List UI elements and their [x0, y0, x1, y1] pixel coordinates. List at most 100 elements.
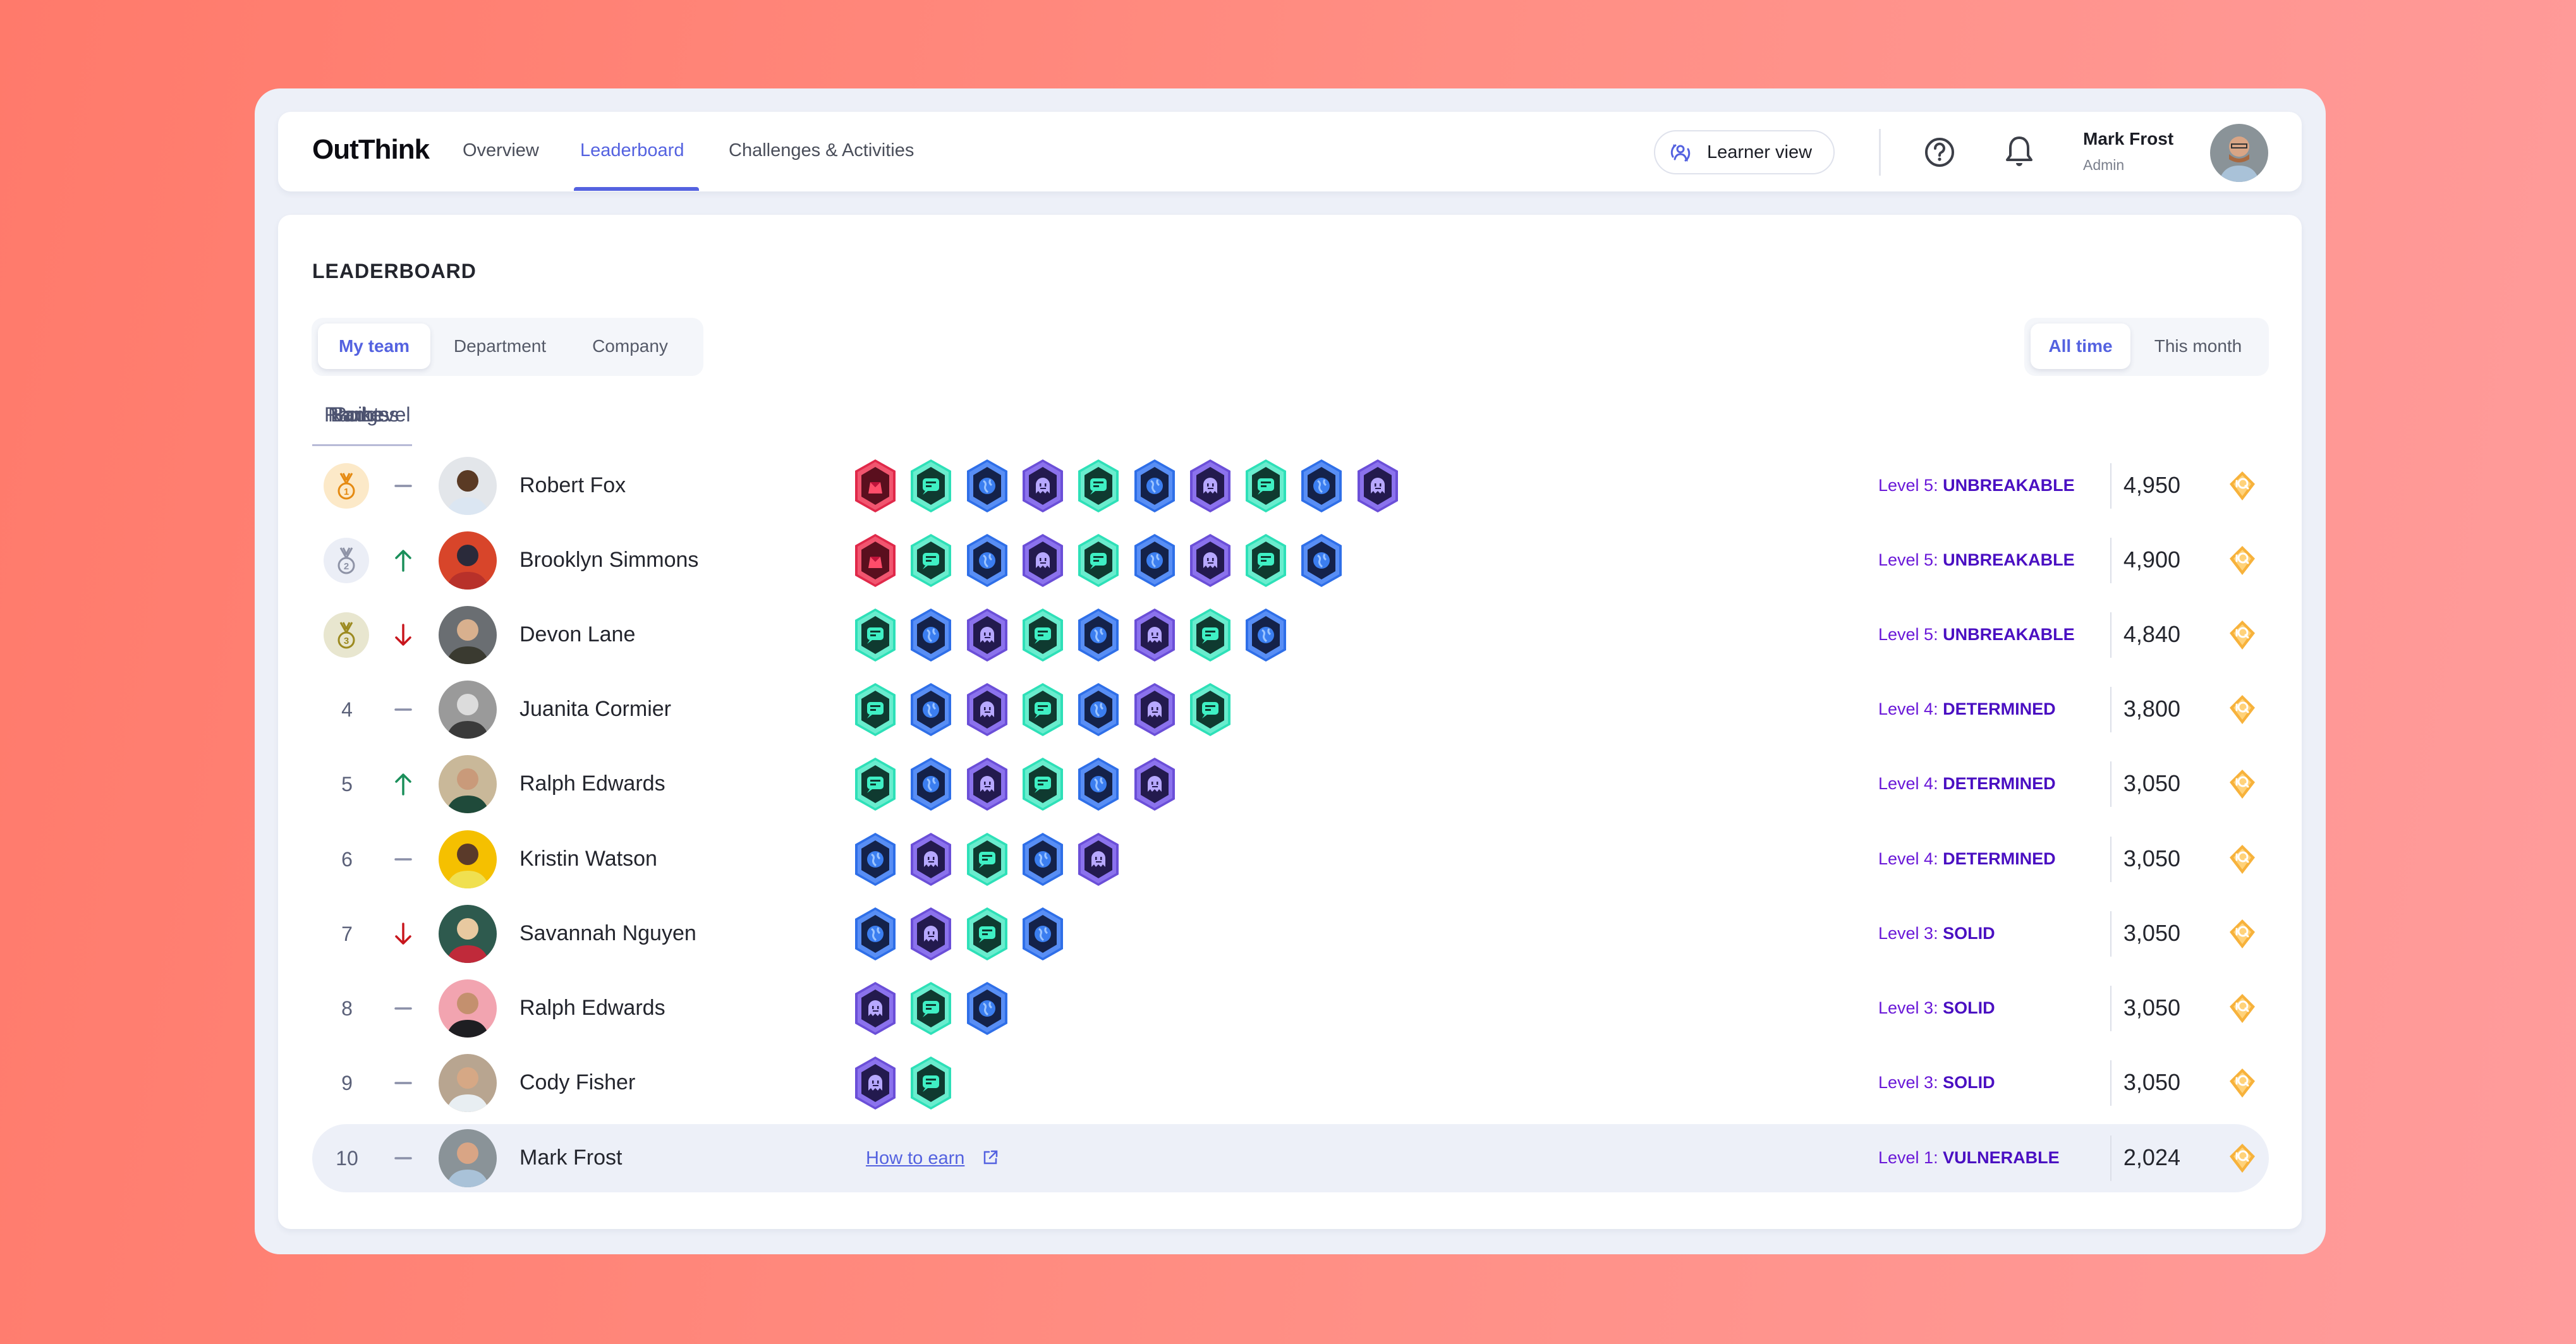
tab-all-time[interactable]: All time: [2031, 324, 2130, 369]
globe-badge-icon[interactable]: [852, 906, 899, 962]
ghost-badge-icon[interactable]: [1187, 458, 1234, 514]
ghost-badge-icon[interactable]: [1131, 682, 1178, 737]
globe-badge-icon[interactable]: [964, 981, 1011, 1036]
globe-badge-icon[interactable]: [964, 533, 1011, 588]
ghost-badge-icon[interactable]: [1354, 458, 1401, 514]
globe-badge-icon[interactable]: [1298, 533, 1345, 588]
tab-my-team[interactable]: My team: [318, 324, 430, 369]
ghost-badge-icon[interactable]: [1019, 458, 1066, 514]
nav-tab-challenges-activities[interactable]: Challenges & Activities: [729, 140, 914, 161]
avatar[interactable]: [439, 1129, 497, 1187]
avatar[interactable]: [439, 905, 497, 963]
ghost-badge-icon[interactable]: [964, 682, 1011, 737]
chat-badge-icon[interactable]: [1019, 607, 1066, 663]
avatar[interactable]: [439, 531, 497, 590]
user-name[interactable]: Savannah Nguyen: [519, 921, 696, 946]
globe-badge-icon[interactable]: [1242, 607, 1289, 663]
globe-badge-icon[interactable]: [1131, 458, 1178, 514]
globe-badge-icon[interactable]: [852, 832, 899, 887]
user-name[interactable]: Ralph Edwards: [519, 772, 665, 796]
chat-badge-icon[interactable]: [1075, 533, 1122, 588]
chat-badge-icon[interactable]: [1187, 682, 1234, 737]
chat-badge-icon[interactable]: [908, 533, 954, 588]
chat-badge-icon[interactable]: [1019, 682, 1066, 737]
globe-badge-icon[interactable]: [1075, 682, 1122, 737]
avatar[interactable]: [439, 457, 497, 515]
user-name[interactable]: Robert Fox: [519, 473, 626, 498]
globe-badge-icon[interactable]: [1131, 533, 1178, 588]
chat-badge-icon[interactable]: [1019, 756, 1066, 812]
crown-badge-icon[interactable]: [852, 458, 899, 514]
chat-badge-icon[interactable]: [852, 682, 899, 737]
chat-badge-icon[interactable]: [908, 1055, 954, 1111]
user-name[interactable]: Devon Lane: [519, 622, 635, 647]
ghost-badge-icon[interactable]: [964, 607, 1011, 663]
chat-badge-icon[interactable]: [964, 906, 1011, 962]
table-row[interactable]: 2 Brooklyn Simmons Level 5: UNBREAKABLE …: [312, 526, 2269, 595]
table-row[interactable]: 5 Ralph Edwards Level 4: DETERMINED 3,05…: [312, 750, 2269, 818]
avatar[interactable]: [439, 681, 497, 739]
globe-badge-icon[interactable]: [1019, 906, 1066, 962]
tab-department[interactable]: Department: [438, 324, 562, 369]
chat-badge-icon[interactable]: [852, 756, 899, 812]
table-row-current-user[interactable]: 10 Mark Frost How to earn Level 1: VULNERAB…: [312, 1124, 2269, 1192]
chat-badge-icon[interactable]: [1242, 458, 1289, 514]
user-name[interactable]: Juanita Cormier: [519, 697, 671, 722]
column-header-level[interactable]: Level: [362, 403, 411, 427]
globe-badge-icon[interactable]: [908, 607, 954, 663]
avatar[interactable]: [439, 830, 497, 888]
nav-tab-leaderboard[interactable]: Leaderboard: [580, 140, 684, 161]
ghost-badge-icon[interactable]: [1075, 832, 1122, 887]
chat-badge-icon[interactable]: [1187, 607, 1234, 663]
help-icon[interactable]: [1923, 136, 1956, 169]
user-name[interactable]: Mark Frost: [519, 1146, 622, 1170]
how-to-earn-link[interactable]: How to earn: [866, 1148, 964, 1169]
notifications-bell-icon[interactable]: [2003, 134, 2035, 169]
user-name[interactable]: Cody Fisher: [519, 1070, 635, 1095]
avatar[interactable]: [439, 755, 497, 813]
ghost-badge-icon[interactable]: [1187, 533, 1234, 588]
table-row[interactable]: 7 Savannah Nguyen Level 3: SOLID 3,050: [312, 900, 2269, 968]
table-row[interactable]: 3 Devon Lane Level 5: UNBREAKABLE 4,840: [312, 601, 2269, 669]
ghost-badge-icon[interactable]: [908, 832, 954, 887]
avatar[interactable]: [439, 606, 497, 664]
external-link-icon[interactable]: [981, 1148, 1000, 1167]
ghost-badge-icon[interactable]: [964, 756, 1011, 812]
table-row[interactable]: 1 Robert Fox Level 5: UNBREAKABLE 4,950: [312, 452, 2269, 520]
chat-badge-icon[interactable]: [964, 832, 1011, 887]
user-name[interactable]: Ralph Edwards: [519, 996, 665, 1020]
table-row[interactable]: 4 Juanita Cormier Level 4: DETERMINED 3,…: [312, 675, 2269, 744]
chat-badge-icon[interactable]: [1075, 458, 1122, 514]
chat-badge-icon[interactable]: [1242, 533, 1289, 588]
ghost-badge-icon[interactable]: [1131, 756, 1178, 812]
chat-badge-icon[interactable]: [852, 607, 899, 663]
globe-badge-icon[interactable]: [964, 458, 1011, 514]
nav-tab-overview[interactable]: Overview: [463, 140, 539, 161]
user-name[interactable]: Brooklyn Simmons: [519, 548, 698, 572]
learner-view-button[interactable]: Learner view: [1654, 130, 1835, 174]
table-row[interactable]: 8 Ralph Edwards Level 3: SOLID 3,050: [312, 974, 2269, 1043]
app-logo[interactable]: OutThink: [312, 134, 430, 166]
ghost-badge-icon[interactable]: [852, 1055, 899, 1111]
tab-this-month[interactable]: This month: [2133, 324, 2263, 369]
avatar[interactable]: [439, 1054, 497, 1112]
table-row[interactable]: 9 Cody Fisher Level 3: SOLID 3,050: [312, 1049, 2269, 1117]
user-avatar[interactable]: [2210, 124, 2268, 182]
chat-badge-icon[interactable]: [908, 458, 954, 514]
chat-badge-icon[interactable]: [908, 981, 954, 1036]
crown-badge-icon[interactable]: [852, 533, 899, 588]
ghost-badge-icon[interactable]: [908, 906, 954, 962]
globe-badge-icon[interactable]: [908, 682, 954, 737]
globe-badge-icon[interactable]: [908, 756, 954, 812]
ghost-badge-icon[interactable]: [852, 981, 899, 1036]
globe-badge-icon[interactable]: [1075, 756, 1122, 812]
user-name[interactable]: Kristin Watson: [519, 847, 657, 871]
avatar[interactable]: [439, 979, 497, 1038]
ghost-badge-icon[interactable]: [1131, 607, 1178, 663]
tab-company[interactable]: Company: [568, 324, 692, 369]
globe-badge-icon[interactable]: [1019, 832, 1066, 887]
ghost-badge-icon[interactable]: [1019, 533, 1066, 588]
globe-badge-icon[interactable]: [1075, 607, 1122, 663]
table-row[interactable]: 6 Kristin Watson Level 4: DETERMINED 3,050: [312, 825, 2269, 893]
globe-badge-icon[interactable]: [1298, 458, 1345, 514]
